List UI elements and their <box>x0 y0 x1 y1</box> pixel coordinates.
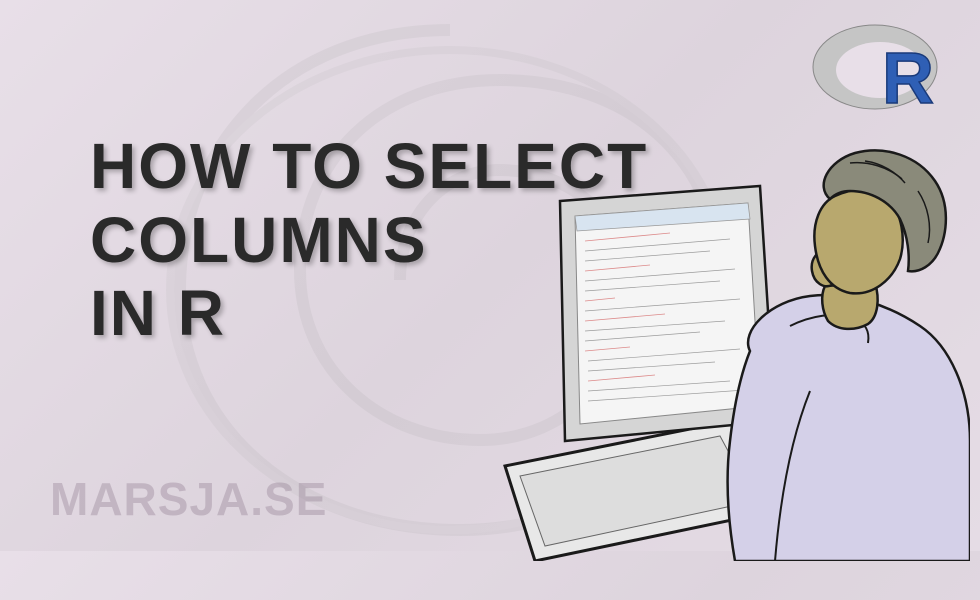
person-laptop-illustration <box>470 131 970 561</box>
watermark-text: MARSJA.SE <box>50 472 327 526</box>
r-logo-letter: R <box>882 39 934 119</box>
r-logo: R <box>810 15 950 125</box>
